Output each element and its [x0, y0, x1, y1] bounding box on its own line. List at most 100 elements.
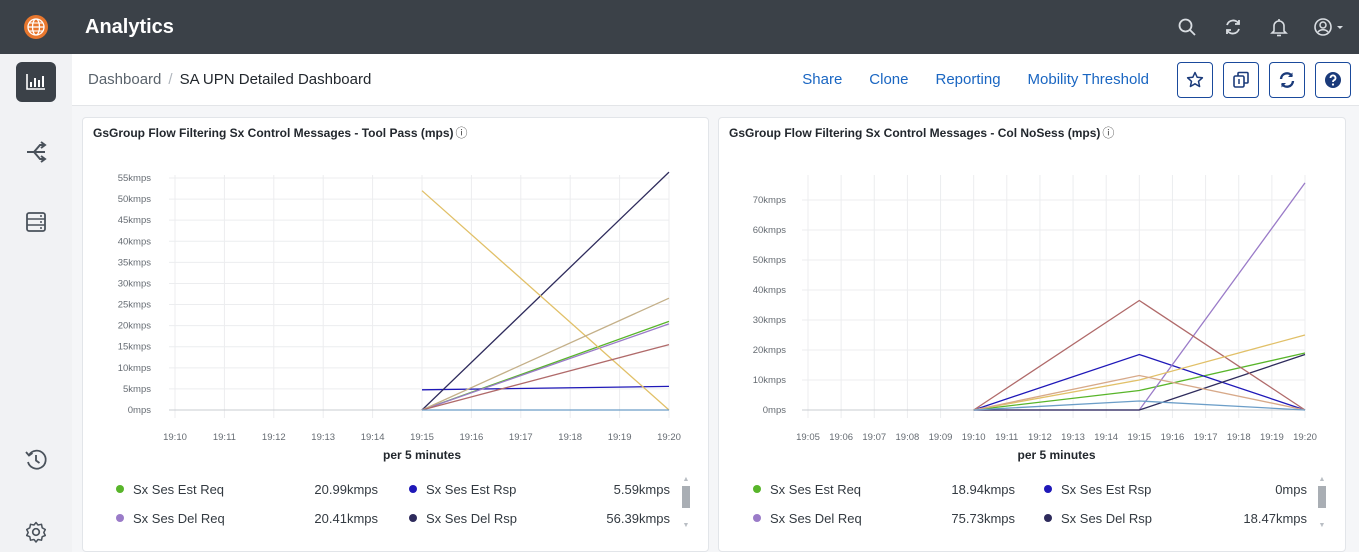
x-tick-label: 19:13: [311, 432, 335, 443]
legend-scrollbar[interactable]: ▲ ▼: [682, 476, 690, 532]
legend-value: 0mps: [1275, 482, 1307, 497]
gear-icon: [25, 521, 47, 543]
legend-label: Sx Ses Est Req: [770, 482, 862, 497]
y-tick-label: 55kmps: [118, 173, 152, 184]
x-tick-label: 19:07: [862, 432, 886, 443]
x-tick-label: 19:15: [1127, 432, 1151, 443]
copy-button[interactable]: [1223, 61, 1259, 98]
legend-dot: [116, 514, 124, 522]
help-button[interactable]: [1315, 61, 1351, 98]
x-tick-label: 19:15: [410, 432, 434, 443]
series-line[interactable]: [421, 323, 670, 411]
breadcrumb-dashboard-link[interactable]: Dashboard: [88, 71, 161, 88]
share-link[interactable]: Share: [802, 71, 842, 88]
search-icon[interactable]: [1175, 15, 1199, 39]
legend-label: Sx Ses Del Rsp: [426, 511, 518, 526]
app-title: Analytics: [85, 15, 174, 38]
legend-item[interactable]: Sx Ses Del Rsp: [1044, 511, 1152, 526]
legend-dot: [116, 485, 124, 493]
legend-value: 18.94kmps: [951, 482, 1015, 497]
y-tick-label: 40kmps: [118, 236, 152, 247]
top-bar: Analytics: [0, 0, 1359, 54]
legend-label: Sx Ses Del Req: [133, 511, 225, 526]
y-tick-label: 35kmps: [118, 257, 152, 268]
y-tick-label: 25kmps: [118, 300, 152, 311]
sidebar-item-flows[interactable]: [16, 132, 56, 172]
series-line[interactable]: [421, 171, 670, 411]
refresh-icon[interactable]: [1221, 15, 1245, 39]
y-tick-label: 50kmps: [753, 255, 787, 266]
sidebar-item-analytics[interactable]: [16, 62, 56, 102]
legend-item[interactable]: Sx Ses Del Req: [753, 511, 862, 526]
legend-label: Sx Ses Del Rsp: [1061, 511, 1153, 526]
copy-icon: [1233, 71, 1249, 88]
clone-link[interactable]: Clone: [869, 71, 908, 88]
x-tick-label: 19:17: [509, 432, 533, 443]
y-tick-label: 30kmps: [753, 315, 787, 326]
x-tick-label: 19:19: [1260, 432, 1284, 443]
x-axis-title: per 5 minutes: [383, 448, 461, 462]
y-tick-label: 60kmps: [753, 225, 787, 236]
sidebar-item-history[interactable]: [16, 440, 56, 480]
line-chart: 19:05 19:06 19:07 19:08 19:09 19:10 19:11 19:12…: [753, 175, 1317, 462]
x-tick-label: 19:20: [1293, 432, 1317, 443]
y-tick-label: 45kmps: [118, 215, 152, 226]
legend-dot: [1044, 485, 1052, 493]
y-tick-label: 15kmps: [118, 342, 152, 353]
legend-dot: [409, 514, 417, 522]
y-tick-label: 0mps: [128, 405, 151, 416]
help-icon: [1325, 71, 1341, 88]
x-tick-label: 19:18: [1227, 432, 1251, 443]
legend-scrollbar[interactable]: ▲ ▼: [1318, 476, 1326, 532]
sidebar-item-servers[interactable]: [16, 202, 56, 242]
x-tick-label: 19:11: [213, 432, 236, 443]
legend-label: Sx Ses Est Rsp: [426, 482, 517, 497]
x-tick-label: 19:09: [929, 432, 953, 443]
legend-value: 20.41kmps: [314, 511, 378, 526]
y-tick-label: 5kmps: [123, 384, 151, 395]
legend-item[interactable]: Sx Ses Est Req: [753, 482, 861, 497]
legend-item[interactable]: Sx Ses Est Rsp: [409, 482, 516, 497]
mobility-threshold-link[interactable]: Mobility Threshold: [1028, 71, 1149, 88]
chart-icon: [26, 74, 45, 90]
x-tick-label: 19:08: [896, 432, 920, 443]
legend-dot: [1044, 514, 1052, 522]
bell-icon[interactable]: [1267, 15, 1291, 39]
history-icon: [25, 449, 47, 470]
legend-dot: [753, 485, 761, 493]
refresh-button[interactable]: [1269, 61, 1305, 98]
user-menu-icon[interactable]: [1313, 15, 1347, 39]
x-tick-label: 19:06: [829, 432, 853, 443]
legend-label: Sx Ses Del Req: [770, 511, 862, 526]
legend-item[interactable]: Sx Ses Del Rsp: [409, 511, 517, 526]
y-tick-label: 70kmps: [753, 195, 787, 206]
favorite-button[interactable]: [1177, 61, 1213, 98]
globe-icon: [24, 15, 48, 39]
legend-item[interactable]: Sx Ses Est Rsp: [1044, 482, 1151, 497]
reporting-link[interactable]: Reporting: [936, 71, 1001, 88]
legend-value: 20.99kmps: [314, 482, 378, 497]
y-tick-label: 0mps: [763, 405, 786, 416]
y-tick-label: 10kmps: [753, 375, 787, 386]
dashboard-toolbar: Dashboard / SA UPN Detailed Dashboard Sh…: [72, 54, 1359, 106]
sync-icon: [1279, 71, 1295, 88]
legend-item[interactable]: Sx Ses Est Req: [116, 482, 224, 497]
y-tick-label: 20kmps: [118, 321, 152, 332]
logo[interactable]: [0, 0, 72, 54]
chart-panel-tool-pass: GsGroup Flow Filtering Sx Control Messag…: [82, 117, 709, 552]
y-tick-label: 10kmps: [118, 363, 152, 374]
x-tick-label: 19:18: [558, 432, 582, 443]
y-tick-label: 40kmps: [753, 285, 787, 296]
legend-value: 75.73kmps: [951, 511, 1015, 526]
chart-panel-col-nosess: GsGroup Flow Filtering Sx Control Messag…: [718, 117, 1346, 552]
sidebar-item-settings[interactable]: [16, 512, 56, 552]
x-tick-label: 19:12: [1028, 432, 1052, 443]
x-tick-label: 19:17: [1194, 432, 1218, 443]
x-tick-label: 19:05: [796, 432, 820, 443]
legend-item[interactable]: Sx Ses Del Req: [116, 511, 225, 526]
legend-dot: [753, 514, 761, 522]
flow-icon: [27, 141, 47, 163]
legend-value: 5.59kmps: [613, 482, 670, 497]
server-icon: [26, 212, 46, 232]
y-tick-label: 30kmps: [118, 278, 152, 289]
